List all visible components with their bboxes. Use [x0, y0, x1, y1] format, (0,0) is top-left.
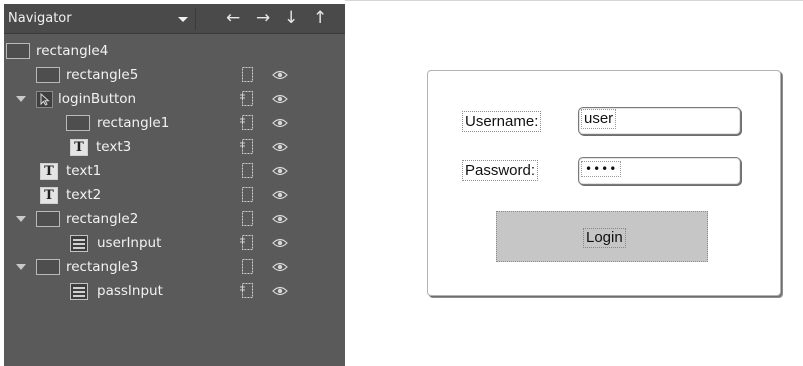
anchor-icon[interactable] — [240, 67, 254, 83]
visibility-eye-icon[interactable] — [272, 117, 288, 129]
input-field-icon — [70, 235, 88, 252]
username-input[interactable]: user — [578, 107, 741, 135]
expand-arrow-icon[interactable] — [16, 264, 26, 270]
rectangle-icon — [36, 211, 60, 227]
button-cursor-icon — [36, 91, 53, 108]
visibility-eye-icon[interactable] — [272, 261, 288, 273]
text-icon: T — [40, 163, 58, 180]
visibility-eye-icon[interactable] — [272, 141, 288, 153]
tree-item-label: text1 — [66, 163, 102, 179]
tree-item-text2[interactable]: T text2 — [4, 183, 345, 207]
tree-item-label: text3 — [96, 139, 132, 155]
visibility-eye-icon[interactable] — [272, 189, 288, 201]
expand-arrow-icon[interactable] — [16, 216, 26, 222]
rectangle-icon — [36, 259, 60, 275]
rectangle-icon — [36, 67, 60, 83]
anchor-icon[interactable] — [240, 187, 254, 203]
tree-item-rectangle4[interactable]: rectangle4 — [4, 39, 345, 63]
visibility-eye-icon[interactable] — [272, 165, 288, 177]
tree-item-userinput[interactable]: userInput — [4, 231, 345, 255]
visibility-eye-icon[interactable] — [272, 213, 288, 225]
tree-item-text3[interactable]: T text3 — [4, 135, 345, 159]
tree-item-rectangle1[interactable]: rectangle1 — [4, 111, 345, 135]
password-value: •••• — [581, 161, 622, 177]
tree-item-text1[interactable]: T text1 — [4, 159, 345, 183]
expand-arrow-icon[interactable] — [16, 96, 26, 102]
tree-item-rectangle2[interactable]: rectangle2 — [4, 207, 345, 231]
password-label[interactable]: Password: — [462, 160, 539, 181]
tree-item-rectangle5[interactable]: rectangle5 — [4, 63, 345, 87]
arrow-left-icon[interactable]: ← — [226, 8, 240, 28]
tree-item-label: rectangle3 — [66, 259, 139, 275]
header-divider — [195, 8, 196, 30]
navigator-header: Navigator ← → ↓ ↑ — [4, 4, 345, 34]
text-icon: T — [70, 139, 88, 156]
visibility-eye-icon[interactable] — [272, 93, 288, 105]
anchor-icon[interactable] — [240, 163, 254, 179]
login-button-label: Login — [583, 228, 626, 248]
tree-item-label: loginButton — [58, 91, 137, 107]
arrow-down-icon[interactable]: ↓ — [284, 8, 298, 28]
username-value: user — [581, 109, 617, 129]
visibility-eye-icon[interactable] — [272, 237, 288, 249]
tree-item-label: userInput — [97, 235, 162, 251]
rectangle-icon — [66, 115, 90, 131]
tree-item-rectangle3[interactable]: rectangle3 — [4, 255, 345, 279]
visibility-eye-icon[interactable] — [272, 69, 288, 81]
login-button[interactable]: Login — [496, 211, 708, 262]
anchor-icon[interactable] — [240, 91, 254, 107]
tree-item-loginbutton[interactable]: loginButton — [4, 87, 345, 111]
tree-item-passinput[interactable]: passInput — [4, 279, 345, 303]
anchor-icon[interactable] — [240, 139, 254, 155]
chevron-down-icon[interactable] — [178, 17, 188, 22]
username-label[interactable]: Username: — [462, 111, 542, 132]
input-field-icon — [70, 283, 88, 300]
password-input[interactable]: •••• — [578, 157, 741, 185]
tree-item-label: text2 — [66, 187, 102, 203]
tree-item-label: passInput — [97, 283, 163, 299]
anchor-icon[interactable] — [240, 211, 254, 227]
navigator-panel: Navigator ← → ↓ ↑ rectangle4 rectangle5 … — [4, 4, 345, 366]
tree-item-label: rectangle4 — [36, 43, 109, 59]
text-icon: T — [40, 187, 58, 204]
arrow-right-icon[interactable]: → — [256, 8, 270, 28]
anchor-icon[interactable] — [240, 259, 254, 275]
tree-item-label: rectangle5 — [66, 67, 139, 83]
tree-item-label: rectangle1 — [97, 115, 170, 131]
navigator-title: Navigator — [8, 11, 72, 26]
tree-item-label: rectangle2 — [66, 211, 139, 227]
anchor-icon[interactable] — [240, 283, 254, 299]
arrow-up-icon[interactable]: ↑ — [313, 8, 327, 28]
rectangle-icon — [6, 43, 30, 59]
anchor-icon[interactable] — [240, 235, 254, 251]
visibility-eye-icon[interactable] — [272, 285, 288, 297]
anchor-icon[interactable] — [240, 115, 254, 131]
